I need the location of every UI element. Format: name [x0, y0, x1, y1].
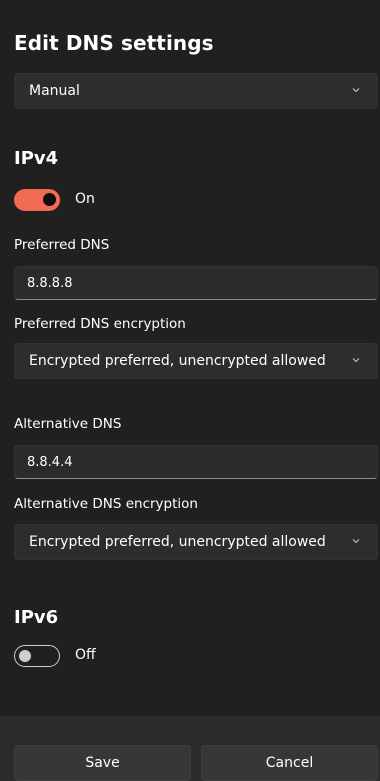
chevron-down-icon — [352, 88, 360, 93]
toggle-knob — [19, 649, 31, 662]
dns-mode-value: Manual — [29, 83, 80, 99]
ipv4-toggle-label: On — [75, 191, 95, 207]
preferred-dns-encryption-value: Encrypted preferred, unencrypted allowed — [29, 353, 326, 369]
save-button[interactable]: Save — [14, 745, 191, 781]
alternative-dns-label: Alternative DNS — [14, 416, 122, 432]
ipv6-title: IPv6 — [14, 607, 59, 628]
chevron-down-icon — [352, 358, 360, 363]
ipv4-title: IPv4 — [14, 148, 59, 169]
alternative-dns-encryption-value: Encrypted preferred, unencrypted allowed — [29, 534, 326, 550]
preferred-dns-input[interactable]: 8.8.8.8 — [14, 266, 378, 300]
ipv6-toggle[interactable] — [14, 645, 60, 667]
ipv6-toggle-label: Off — [75, 647, 96, 663]
dialog-footer: Save Cancel — [0, 716, 380, 781]
dns-settings-panel: Edit DNS settings Manual IPv4 On Preferr… — [0, 0, 380, 716]
ipv4-toggle[interactable] — [14, 189, 60, 211]
preferred-dns-value: 8.8.8.8 — [27, 276, 73, 291]
dialog-title: Edit DNS settings — [14, 31, 214, 55]
chevron-down-icon — [352, 539, 360, 544]
preferred-dns-encryption-label: Preferred DNS encryption — [14, 316, 186, 332]
alternative-dns-encryption-dropdown[interactable]: Encrypted preferred, unencrypted allowed — [14, 524, 378, 560]
alternative-dns-encryption-label: Alternative DNS encryption — [14, 496, 198, 512]
toggle-knob — [43, 193, 56, 206]
dns-mode-dropdown[interactable]: Manual — [14, 73, 378, 109]
cancel-button[interactable]: Cancel — [201, 745, 378, 781]
alternative-dns-value: 8.8.4.4 — [27, 455, 73, 470]
preferred-dns-encryption-dropdown[interactable]: Encrypted preferred, unencrypted allowed — [14, 343, 378, 379]
preferred-dns-label: Preferred DNS — [14, 237, 110, 253]
alternative-dns-input[interactable]: 8.8.4.4 — [14, 445, 378, 479]
